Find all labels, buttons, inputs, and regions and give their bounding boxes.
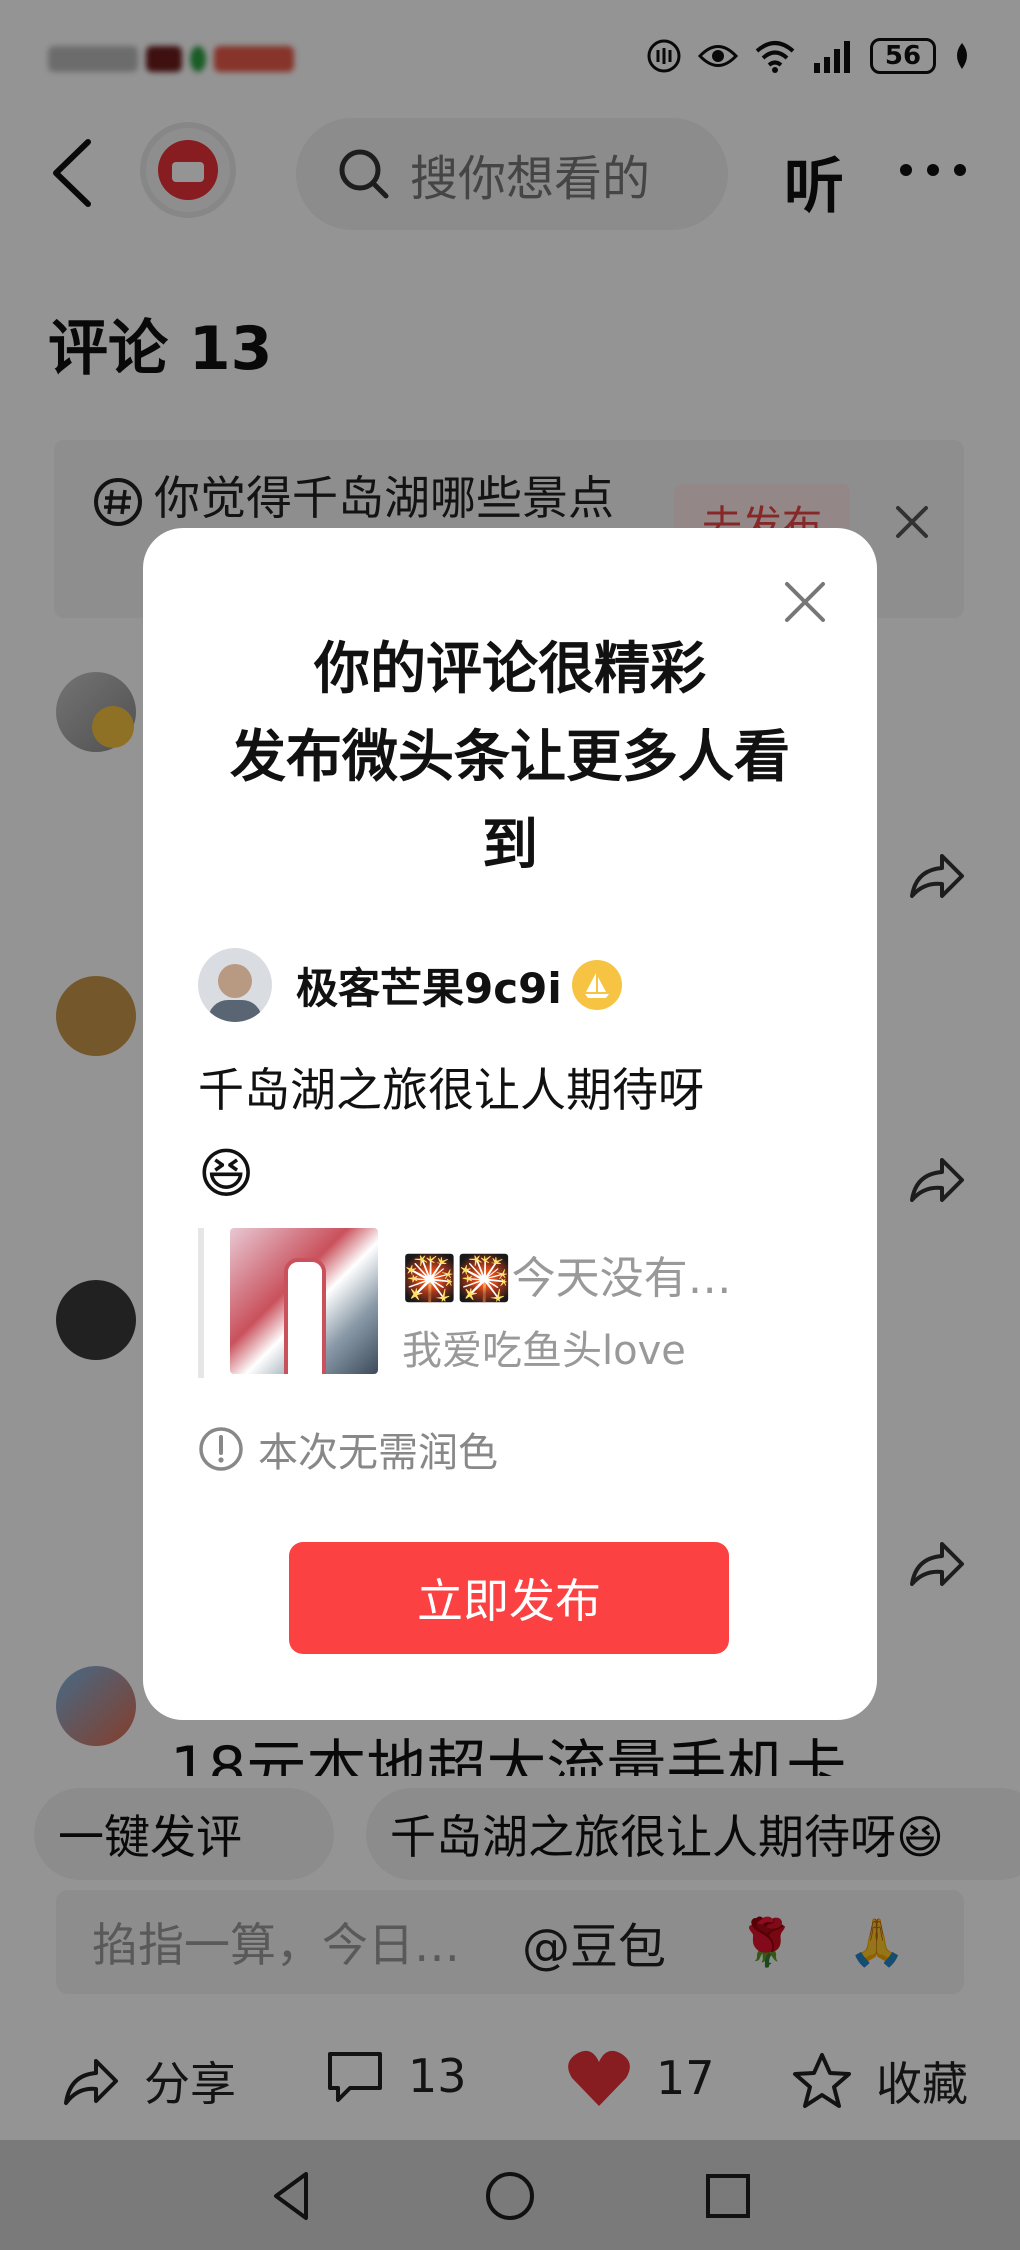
publish-dialog: 你的评论很精彩 发布微头条让更多人看 到 极客芒果9c9i 千岛湖之旅很让人期待…	[143, 528, 877, 1720]
quoted-article-author: 我爱吃鱼头love	[402, 1328, 686, 1374]
comment-text: 千岛湖之旅很让人期待呀	[198, 1063, 704, 1117]
username: 极客芒果9c9i	[296, 963, 562, 1013]
dialog-hint: 本次无需润色	[198, 1420, 498, 1478]
laughing-emoji: 😆	[198, 1142, 255, 1205]
system-nav-bar	[0, 2140, 1020, 2250]
info-icon	[199, 1427, 243, 1471]
close-icon[interactable]	[783, 580, 827, 624]
publish-now-button[interactable]: 立即发布	[289, 1542, 729, 1654]
user-avatar	[198, 948, 272, 1022]
article-thumbnail	[230, 1228, 378, 1374]
nav-recents-icon[interactable]	[700, 2168, 756, 2224]
dialog-title-line: 发布微头条让更多人看	[230, 725, 790, 790]
quoted-article[interactable]: 🎇🎇今天没有… 我爱吃鱼头love	[198, 1228, 808, 1378]
sailboat-badge-icon	[571, 960, 622, 1010]
hint-text: 本次无需润色	[258, 1430, 498, 1476]
dialog-title-line: 你的评论很精彩	[314, 637, 706, 702]
dialog-title-line: 到	[482, 813, 538, 878]
nav-back-icon[interactable]	[266, 2168, 322, 2224]
dialog-user-row: 极客芒果9c9i	[198, 948, 622, 1022]
dialog-comment-text: 千岛湖之旅很让人期待呀 😆	[198, 1048, 818, 1218]
nav-home-icon[interactable]	[482, 2168, 538, 2224]
dialog-title: 你的评论很精彩 发布微头条让更多人看 到	[183, 626, 837, 890]
quoted-article-title: 🎇🎇今天没有…	[402, 1253, 732, 1304]
